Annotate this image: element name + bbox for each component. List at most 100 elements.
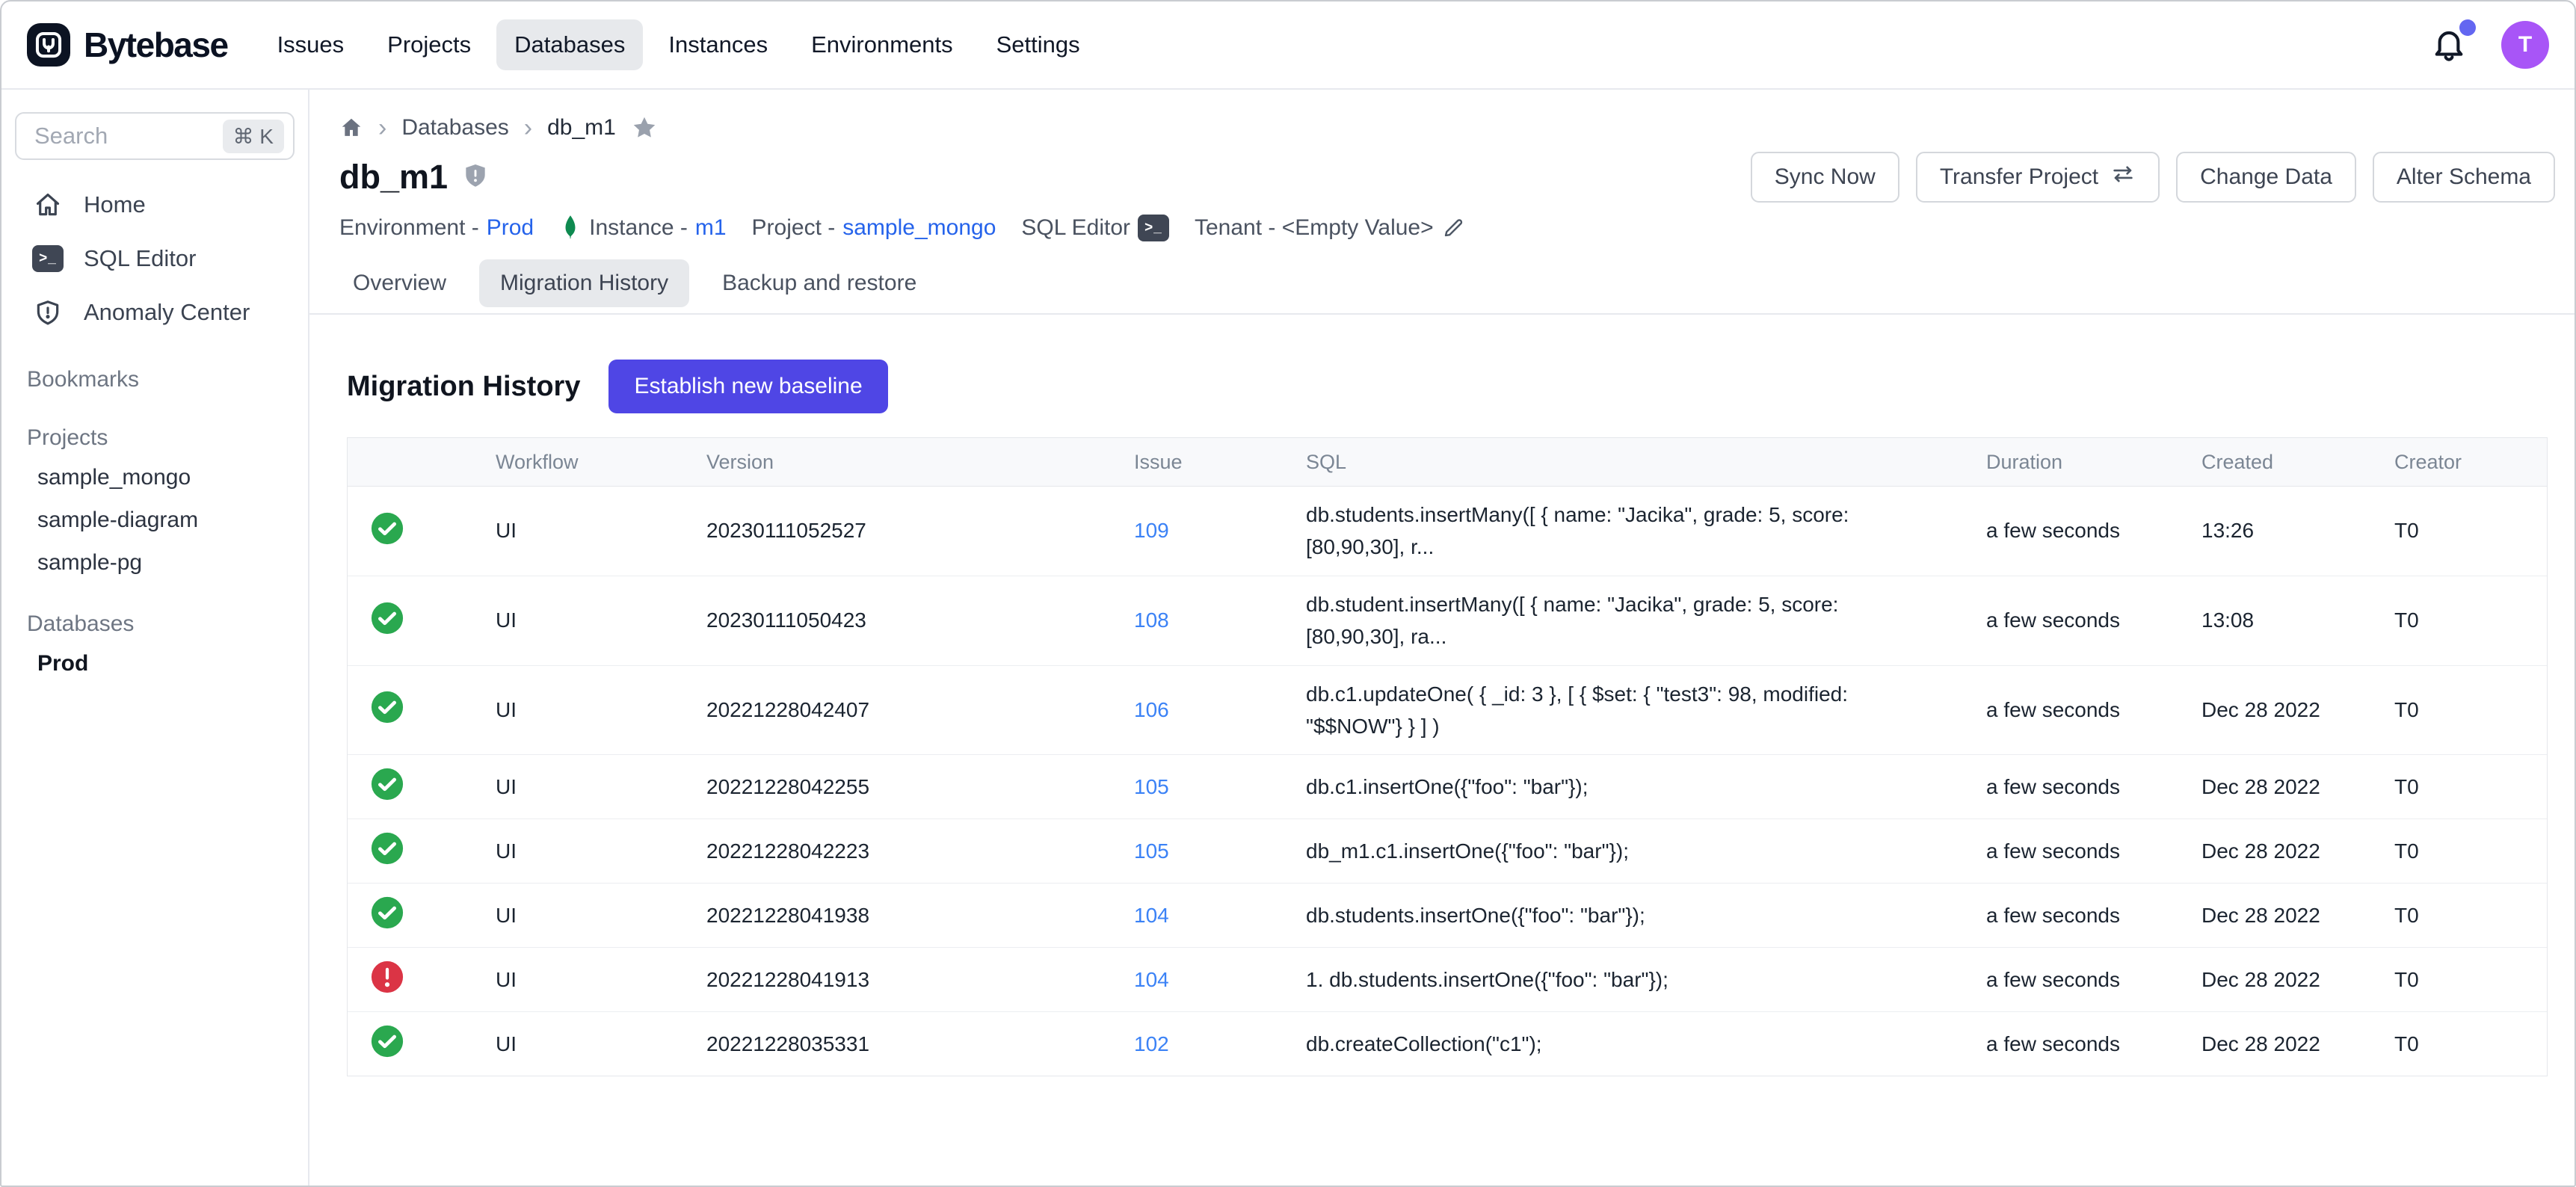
workflow-cell: UI: [496, 1012, 706, 1076]
sql-statement: db_m1.c1.insertOne({"foo": "bar"});: [1306, 835, 1949, 867]
issue-link[interactable]: 104: [1134, 968, 1169, 991]
user-avatar[interactable]: T: [2501, 21, 2549, 69]
success-check-icon: [370, 601, 404, 635]
column-duration: Duration: [1986, 438, 2201, 487]
creator-cell: T0: [2394, 576, 2547, 666]
creator-cell: T0: [2394, 819, 2547, 884]
workflow-cell: UI: [496, 755, 706, 819]
issue-link[interactable]: 104: [1134, 904, 1169, 927]
created-cell: 13:08: [2201, 576, 2394, 666]
breadcrumb-home-icon[interactable]: [339, 116, 363, 140]
shield-icon: [461, 161, 490, 194]
project-meta: Project - sample_mongo: [752, 215, 996, 241]
nav-item-settings[interactable]: Settings: [979, 19, 1098, 70]
instance-meta: Instance - m1: [559, 215, 726, 241]
migration-table-body: UI20230111052527109db.students.insertMan…: [348, 487, 2547, 1076]
sync-now-button[interactable]: Sync Now: [1751, 152, 1899, 203]
terminal-icon: >_: [1138, 215, 1169, 241]
establish-new-baseline-button[interactable]: Establish new baseline: [608, 360, 887, 413]
sidebar-project-sample-diagram[interactable]: sample-diagram: [1, 499, 308, 541]
page-title: db_m1: [339, 158, 448, 197]
issue-link[interactable]: 105: [1134, 839, 1169, 863]
edit-pencil-icon[interactable]: [1441, 216, 1465, 240]
main-nav: Issues Projects Databases Instances Envi…: [259, 19, 1098, 70]
tab-overview[interactable]: Overview: [332, 259, 467, 307]
issue-link[interactable]: 102: [1134, 1032, 1169, 1055]
top-navigation: Bytebase Issues Projects Databases Insta…: [1, 1, 2575, 90]
title-row: db_m1 Sync Now Transfer Project Change D…: [339, 152, 2555, 203]
created-cell: Dec 28 2022: [2201, 1012, 2394, 1076]
breadcrumb: › Databases › db_m1: [339, 114, 2575, 141]
column-created: Created: [2201, 438, 2394, 487]
table-row: UI202212280419131041. db.students.insert…: [348, 948, 2547, 1012]
nav-item-environments[interactable]: Environments: [793, 19, 971, 70]
table-row: UI20221228042223105db_m1.c1.insertOne({"…: [348, 819, 2547, 884]
column-creator: Creator: [2394, 438, 2547, 487]
issue-link[interactable]: 106: [1134, 698, 1169, 721]
instance-link[interactable]: m1: [695, 215, 727, 241]
shield-alert-icon: [31, 298, 64, 327]
sidebar-project-sample-pg[interactable]: sample-pg: [1, 541, 308, 584]
sidebar-database-prod[interactable]: Prod: [1, 642, 308, 685]
duration-cell: a few seconds: [1986, 948, 2201, 1012]
transfer-project-button[interactable]: Transfer Project: [1916, 152, 2160, 203]
search-shortcut-badge: ⌘ K: [223, 120, 284, 153]
migration-heading-row: Migration History Establish new baseline: [347, 360, 2575, 413]
nav-item-projects[interactable]: Projects: [369, 19, 489, 70]
version-cell: 20230111050423: [706, 576, 1134, 666]
tab-backup-and-restore[interactable]: Backup and restore: [701, 259, 937, 307]
column-issue: Issue: [1134, 438, 1306, 487]
issue-link[interactable]: 105: [1134, 775, 1169, 798]
workflow-cell: UI: [496, 666, 706, 756]
nav-item-issues[interactable]: Issues: [259, 19, 363, 70]
column-sql: SQL: [1306, 438, 1986, 487]
sidebar-item-label: Home: [84, 191, 146, 218]
workflow-cell: UI: [496, 576, 706, 666]
duration-cell: a few seconds: [1986, 884, 2201, 948]
breadcrumb-databases[interactable]: Databases: [401, 115, 508, 141]
issue-link[interactable]: 108: [1134, 608, 1169, 632]
duration-cell: a few seconds: [1986, 755, 2201, 819]
search-box[interactable]: ⌘ K: [15, 112, 295, 160]
issue-link[interactable]: 109: [1134, 519, 1169, 542]
tab-divider: [309, 313, 2575, 315]
change-data-button[interactable]: Change Data: [2176, 152, 2356, 203]
bookmark-star-icon[interactable]: [631, 114, 658, 141]
sql-statement: 1. db.students.insertOne({"foo": "bar"})…: [1306, 964, 1949, 996]
sidebar-item-anomaly-center[interactable]: Anomaly Center: [1, 286, 308, 339]
duration-cell: a few seconds: [1986, 487, 2201, 576]
home-icon: [31, 191, 64, 219]
alter-schema-button[interactable]: Alter Schema: [2373, 152, 2555, 203]
page-actions: Sync Now Transfer Project Change Data Al…: [1751, 152, 2555, 203]
creator-cell: T0: [2394, 884, 2547, 948]
sql-statement: db.students.insertMany([ { name: "Jacika…: [1306, 499, 1949, 564]
nav-item-databases[interactable]: Databases: [496, 19, 643, 70]
table-header-row: Workflow Version Issue SQL Duration Crea…: [348, 438, 2547, 487]
project-link[interactable]: sample_mongo: [842, 215, 996, 241]
created-cell: Dec 28 2022: [2201, 948, 2394, 1012]
success-check-icon: [370, 511, 404, 546]
search-input[interactable]: [33, 122, 223, 150]
sidebar-item-home[interactable]: Home: [1, 178, 308, 232]
column-status: [348, 438, 496, 487]
creator-cell: T0: [2394, 755, 2547, 819]
table-row: UI20230111050423108 db.student.insertMany…: [348, 576, 2547, 666]
workflow-cell: UI: [496, 884, 706, 948]
sql-statement: db.c1.updateOne( { _id: 3 }, [ { $set: {…: [1306, 678, 1949, 743]
tab-migration-history[interactable]: Migration History: [479, 259, 689, 307]
environment-link[interactable]: Prod: [487, 215, 534, 241]
duration-cell: a few seconds: [1986, 666, 2201, 756]
notification-bell-icon[interactable]: [2429, 25, 2468, 64]
sidebar-item-sql-editor[interactable]: >_ SQL Editor: [1, 232, 308, 286]
sql-editor-meta[interactable]: SQL Editor >_: [1021, 215, 1169, 241]
transfer-project-label: Transfer Project: [1940, 164, 2098, 190]
sidebar-item-label: Anomaly Center: [84, 299, 250, 326]
tabs: Overview Migration History Backup and re…: [332, 259, 2575, 307]
brand[interactable]: Bytebase: [27, 23, 228, 67]
sql-statement: db.student.insertMany([ { name: "Jacika"…: [1306, 588, 1949, 653]
column-version: Version: [706, 438, 1134, 487]
nav-item-instances[interactable]: Instances: [650, 19, 786, 70]
sidebar-project-sample-mongo[interactable]: sample_mongo: [1, 456, 308, 499]
workflow-cell: UI: [496, 948, 706, 1012]
sidebar-menu: Home >_ SQL Editor Anomaly Center: [1, 178, 308, 339]
